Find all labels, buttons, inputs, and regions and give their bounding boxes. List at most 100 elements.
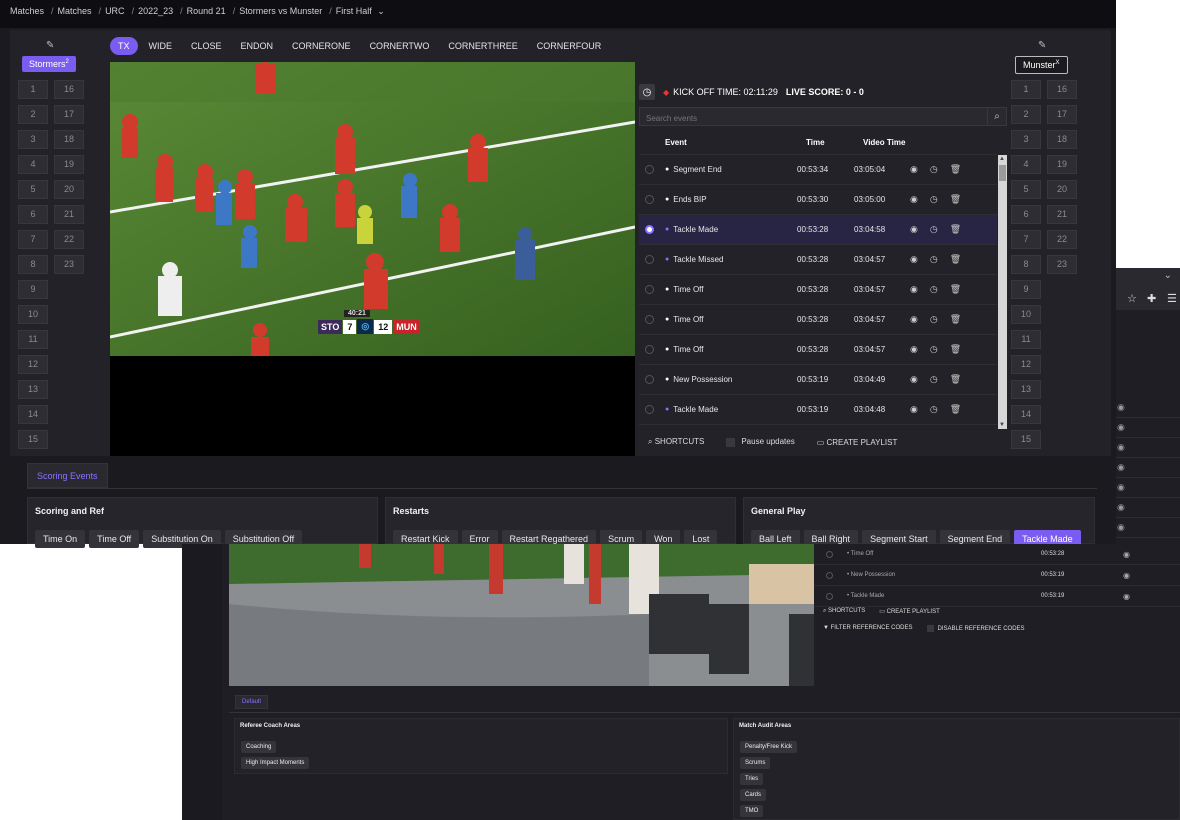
player-number-button[interactable]: 6 — [18, 205, 48, 224]
clock-icon[interactable]: ◷ — [639, 84, 655, 100]
tab-angle-endon[interactable]: ENDON — [233, 37, 282, 55]
eye-icon[interactable]: ◉ — [1123, 550, 1130, 559]
menu-icon[interactable]: ☰ — [1167, 292, 1177, 305]
breadcrumb-item[interactable]: Round 21 — [187, 6, 226, 16]
history-icon[interactable]: ◷ — [930, 284, 938, 295]
player-number-button[interactable]: 16 — [1047, 80, 1077, 99]
eye-icon[interactable]: ◉ — [1117, 462, 1125, 473]
tab-scoring-events[interactable]: Scoring Events — [27, 463, 108, 488]
trash-icon[interactable]: 🗑 — [950, 374, 961, 385]
event-row[interactable]: ● New Possession 00:53:19 03:04:49 ◉ ◷ 🗑 — [639, 365, 997, 395]
history-icon[interactable]: ◷ — [930, 404, 938, 415]
player-number-button[interactable]: 11 — [1011, 330, 1041, 349]
player-number-button[interactable]: 4 — [18, 155, 48, 174]
player-number-button[interactable]: 19 — [54, 155, 84, 174]
player-number-button[interactable]: 2 — [18, 105, 48, 124]
tab-angle-cornerone[interactable]: CORNERONE — [284, 37, 359, 55]
player-number-button[interactable]: 15 — [18, 430, 48, 449]
eye-icon[interactable]: ◉ — [910, 344, 918, 355]
tmo-button[interactable]: TMO — [740, 805, 764, 817]
pause-updates-toggle[interactable]: Pause updates — [726, 437, 795, 447]
event-row[interactable]: ● Ends BIP 00:53:30 03:05:00 ◉ ◷ 🗑 — [639, 185, 997, 215]
eye-icon[interactable]: ◉ — [910, 314, 918, 325]
trash-icon[interactable]: 🗑 — [950, 194, 961, 205]
player-number-button[interactable]: 6 — [1011, 205, 1041, 224]
match-video[interactable]: 40:21 STO 7 ◎ 12 MUN — [110, 62, 635, 356]
eye-icon[interactable]: ◉ — [1117, 522, 1125, 533]
player-number-button[interactable]: 3 — [18, 130, 48, 149]
tab-angle-close[interactable]: CLOSE — [183, 37, 230, 55]
trash-icon[interactable]: 🗑 — [950, 284, 961, 295]
event-radio[interactable] — [645, 345, 654, 354]
trash-icon[interactable]: 🗑 — [950, 224, 961, 235]
player-number-button[interactable]: 2 — [1011, 105, 1041, 124]
eye-icon[interactable]: ◉ — [910, 404, 918, 415]
history-icon[interactable]: ◷ — [930, 194, 938, 205]
event-row[interactable]: ● Time Off 00:53:28 03:04:57 ◉ ◷ 🗑 — [639, 335, 997, 365]
history-icon[interactable]: ◷ — [930, 164, 938, 175]
event-row[interactable]: ● Time Off 00:53:28 03:04:57 ◉ ◷ 🗑 — [639, 275, 997, 305]
star-icon[interactable]: ☆ — [1127, 292, 1137, 305]
player-number-button[interactable]: 1 — [1011, 80, 1041, 99]
trash-icon[interactable]: 🗑 — [950, 254, 961, 265]
eye-icon[interactable]: ◉ — [910, 254, 918, 265]
code-button-time-off[interactable]: Time Off — [89, 530, 140, 548]
search-icon[interactable]: ⌕ — [987, 108, 1006, 125]
breadcrumb-item[interactable]: First Half — [336, 6, 372, 16]
event-radio[interactable] — [826, 592, 833, 600]
player-number-button[interactable]: 10 — [1011, 305, 1041, 324]
player-number-button[interactable]: 13 — [18, 380, 48, 399]
scroll-down-icon[interactable]: ▼ — [999, 422, 1005, 428]
player-number-button[interactable]: 20 — [1047, 180, 1077, 199]
player-number-button[interactable]: 14 — [18, 405, 48, 424]
history-icon[interactable]: ◷ — [930, 314, 938, 325]
player-number-button[interactable]: 14 — [1011, 405, 1041, 424]
eye-icon[interactable]: ◉ — [910, 164, 918, 175]
pause-checkbox[interactable] — [726, 437, 736, 447]
event-radio[interactable] — [826, 550, 833, 558]
breadcrumb-item[interactable]: 2022_23 — [138, 6, 173, 16]
eye-icon[interactable]: ◉ — [910, 194, 918, 205]
event-radio[interactable] — [645, 375, 654, 384]
history-icon[interactable]: ◷ — [930, 224, 938, 235]
event-row[interactable]: ● Tackle Made 00:53:28 03:04:58 ◉ ◷ 🗑 — [639, 215, 997, 245]
high-impact-moments-button[interactable]: High Impact Moments — [241, 757, 310, 769]
breadcrumb-item[interactable]: Matches — [10, 6, 44, 16]
trash-icon[interactable]: 🗑 — [950, 314, 961, 325]
tab-angle-cornerfour[interactable]: CORNERFOUR — [529, 37, 610, 55]
event-radio[interactable] — [645, 255, 654, 264]
player-number-button[interactable]: 10 — [18, 305, 48, 324]
scroll-up-icon[interactable]: ▲ — [999, 156, 1005, 162]
player-number-button[interactable]: 9 — [1011, 280, 1041, 299]
overlay-event-row[interactable]: • Tackle Made 00:53:19 ◉ — [814, 586, 1180, 607]
overlay-event-row[interactable]: • Time Off 00:53:28 ◉ — [814, 544, 1180, 565]
player-number-button[interactable]: 21 — [54, 205, 84, 224]
shortcuts-button[interactable]: ⌕ SHORTCUTS — [648, 437, 704, 447]
player-number-button[interactable]: 12 — [1011, 355, 1041, 374]
tab-angle-cornerthree[interactable]: CORNERTHREE — [440, 37, 525, 55]
player-number-button[interactable]: 1 — [18, 80, 48, 99]
eye-icon[interactable]: ◉ — [1117, 482, 1125, 493]
player-number-button[interactable]: 3 — [1011, 130, 1041, 149]
eye-icon[interactable]: ◉ — [1123, 571, 1130, 580]
tab-angle-cornertwo[interactable]: CORNERTWO — [362, 37, 438, 55]
eye-icon[interactable]: ◉ — [910, 224, 918, 235]
player-number-button[interactable]: 18 — [54, 130, 84, 149]
player-number-button[interactable]: 7 — [18, 230, 48, 249]
search-input[interactable] — [640, 110, 980, 127]
event-radio[interactable] — [826, 571, 833, 579]
breadcrumb-item[interactable]: Matches — [58, 6, 92, 16]
edit-icon[interactable]: ✎ — [46, 40, 54, 51]
overlay-shortcuts-button[interactable]: ⌕ SHORTCUTS — [823, 608, 865, 615]
away-team-button[interactable]: MunsterX — [1015, 56, 1068, 74]
filter-codes-button[interactable]: ▼ FILTER REFERENCE CODES — [823, 625, 913, 632]
player-number-button[interactable]: 17 — [54, 105, 84, 124]
player-number-button[interactable]: 23 — [54, 255, 84, 274]
player-number-button[interactable]: 5 — [1011, 180, 1041, 199]
create-playlist-button[interactable]: ▭ CREATE PLAYLIST — [817, 438, 898, 447]
tab-angle-wide[interactable]: WIDE — [141, 37, 181, 55]
home-team-button[interactable]: Stormers2 — [22, 56, 76, 72]
event-radio[interactable] — [645, 165, 654, 174]
trash-icon[interactable]: 🗑 — [950, 164, 961, 175]
player-number-button[interactable]: 22 — [54, 230, 84, 249]
